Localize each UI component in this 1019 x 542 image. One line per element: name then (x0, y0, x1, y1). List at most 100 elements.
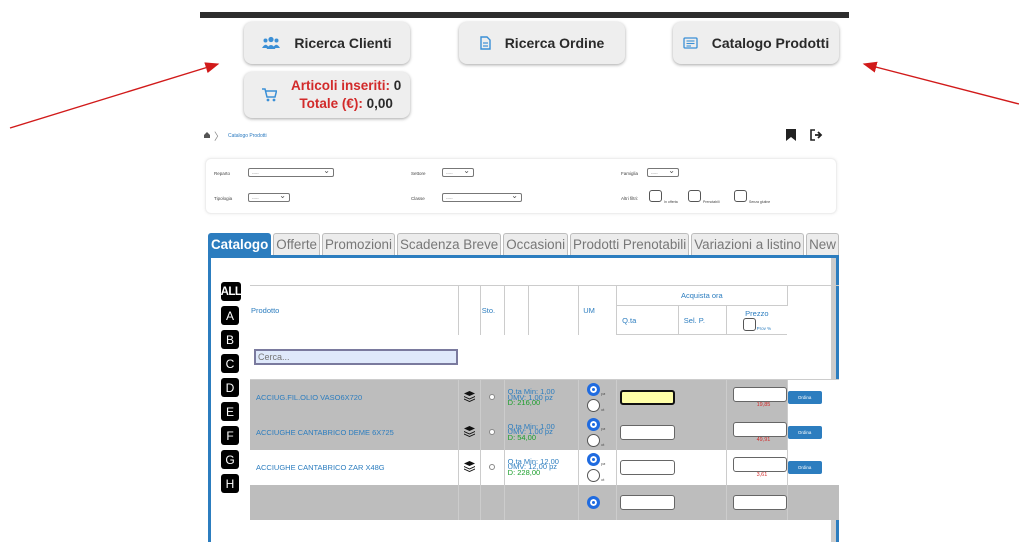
left-arrow (9, 62, 220, 129)
tipologia-select[interactable]: ----- ⌄ (248, 192, 290, 202)
tab-new[interactable]: New (806, 233, 839, 255)
um-radio-ct[interactable] (587, 433, 601, 447)
col-empty-1 (458, 285, 481, 335)
ordina-button[interactable]: Ordina (787, 460, 822, 474)
letter-a[interactable]: A (221, 306, 239, 325)
in-offerta-checkbox[interactable] (649, 190, 662, 202)
qta-cell (616, 484, 727, 520)
ordina-cell: Ordina (787, 414, 839, 450)
prov-toggle: Prov % (727, 318, 788, 331)
header-icons (786, 128, 824, 146)
col-sto: Sto. (480, 285, 505, 335)
catalog-tabs: Catalogo Offerte Promozioni Scadenza Bre… (208, 233, 839, 255)
layers-icon[interactable] (458, 379, 481, 415)
breadcrumb-current: Catalogo Prodotti (228, 132, 267, 139)
search-input[interactable] (254, 349, 458, 365)
reparto-select[interactable]: ----- ⌄ (248, 166, 334, 177)
ricerca-clienti-label: Ricerca Clienti (294, 35, 392, 51)
breadcrumb: 〉 Catalogo Prodotti (204, 128, 267, 143)
um-radio-ct[interactable] (587, 468, 601, 482)
col-prodotto: Prodotto (250, 285, 459, 335)
prezzo-input[interactable] (732, 421, 787, 437)
tab-scadenza-breve[interactable]: Scadenza Breve (396, 233, 502, 255)
tab-offerte[interactable]: Offerte (273, 233, 320, 255)
settore-label: Settore (411, 171, 426, 176)
settore-select[interactable]: ----- ⌄ (442, 167, 474, 177)
um-radio-group: pz ct (579, 382, 616, 412)
prezzo-cell: 49,91 (726, 414, 788, 450)
letter-f[interactable]: F (221, 426, 239, 445)
um-radio-pz[interactable] (587, 452, 601, 466)
chevron-down-icon: ⌄ (323, 166, 330, 175)
col-empty-3 (528, 285, 580, 335)
reparto-label: Reparto (214, 171, 231, 176)
um-radio-group: pz ct (579, 417, 616, 447)
catalog-icon (683, 37, 698, 49)
stock-dot (489, 429, 496, 435)
prenotabili-checkbox[interactable] (688, 190, 701, 202)
famiglia-select[interactable]: ----- ⌄ (647, 166, 679, 177)
col-acquista-ora: Acquista ora (616, 285, 788, 306)
um-radio-pz[interactable] (587, 495, 601, 509)
chevron-down-icon: ⌄ (668, 166, 675, 175)
um-ct-label: ct (601, 476, 605, 482)
ricerca-clienti-button[interactable]: Ricerca Clienti (244, 22, 410, 64)
tab-catalogo[interactable]: Catalogo (208, 233, 272, 255)
prezzo-input[interactable] (732, 386, 787, 402)
tab-variazioni-listino[interactable]: Variazioni a listino (691, 233, 805, 255)
logout-icon[interactable] (810, 128, 824, 146)
letter-b[interactable]: B (221, 330, 239, 349)
um-radio-ct[interactable] (587, 398, 601, 412)
settore-value: ----- (446, 170, 453, 175)
letter-d[interactable]: D (221, 378, 239, 397)
col-prov: Prov % (756, 326, 772, 331)
price-value: 49,91 (756, 436, 771, 443)
classe-label: Classe (411, 196, 425, 201)
um-radio-pz[interactable] (587, 417, 601, 431)
layers-icon[interactable] (458, 414, 481, 450)
qta-cell (616, 449, 727, 485)
ordina-button[interactable]: Ordina (787, 390, 822, 404)
layers-icon[interactable] (458, 449, 481, 485)
cart-summary-button[interactable]: Articoli inseriti: 0 Totale (€): 0,00 (244, 72, 410, 118)
letter-filter: ALL A B C D E F G H (221, 282, 242, 493)
document-icon (479, 36, 491, 50)
ricerca-ordine-button[interactable]: Ricerca Ordine (459, 22, 625, 64)
tab-promozioni[interactable]: Promozioni (322, 233, 395, 255)
product-info: Q.ta Min: 1,00 UMV: 1,00 pz D: 54,00 (504, 414, 580, 450)
qta-input[interactable] (620, 494, 676, 510)
prov-checkbox[interactable] (742, 318, 756, 331)
classe-select[interactable]: ----- ⌄ (442, 192, 522, 202)
letter-e[interactable]: E (221, 402, 239, 421)
senza-glutine-checkbox[interactable] (734, 190, 747, 202)
row-cell (504, 484, 580, 520)
stock-dot (489, 394, 496, 401)
letter-h[interactable]: H (221, 474, 239, 493)
um-radio-pz[interactable] (587, 382, 601, 396)
qta-input[interactable] (620, 389, 676, 405)
ordina-cell: Ordina (787, 449, 839, 485)
bookmark-icon[interactable] (786, 128, 796, 146)
col-prezzo-cell: Prezzo Prov % (726, 305, 788, 335)
famiglia-value: ----- (651, 170, 658, 175)
prezzo-cell: 19,85 (726, 379, 788, 415)
qta-input[interactable] (620, 459, 676, 475)
tab-occasioni[interactable]: Occasioni (503, 233, 569, 255)
letter-c[interactable]: C (221, 354, 239, 373)
right-arrow (862, 61, 1019, 105)
stock-cell (480, 449, 505, 485)
col-sel-p: Sel. P. (678, 305, 727, 335)
qta-input[interactable] (620, 424, 676, 440)
ordina-button[interactable]: Ordina (787, 425, 822, 439)
tab-prodotti-prenotabili[interactable]: Prodotti Prenotabili (570, 233, 690, 255)
prezzo-input[interactable] (732, 456, 787, 472)
stock-cell (480, 379, 505, 415)
row-cell (458, 484, 481, 520)
prezzo-input[interactable] (732, 494, 787, 510)
letter-g[interactable]: G (221, 450, 239, 469)
catalogo-prodotti-button[interactable]: Catalogo Prodotti (673, 22, 839, 64)
letter-all[interactable]: ALL (221, 282, 242, 301)
home-icon[interactable] (204, 131, 210, 140)
filters-panel: Reparto ----- ⌄ Settore ----- ⌄ Famiglia -… (205, 158, 837, 214)
screenshot-stage: Ricerca Clienti Ricerca Ordine Catalogo … (0, 0, 1019, 542)
